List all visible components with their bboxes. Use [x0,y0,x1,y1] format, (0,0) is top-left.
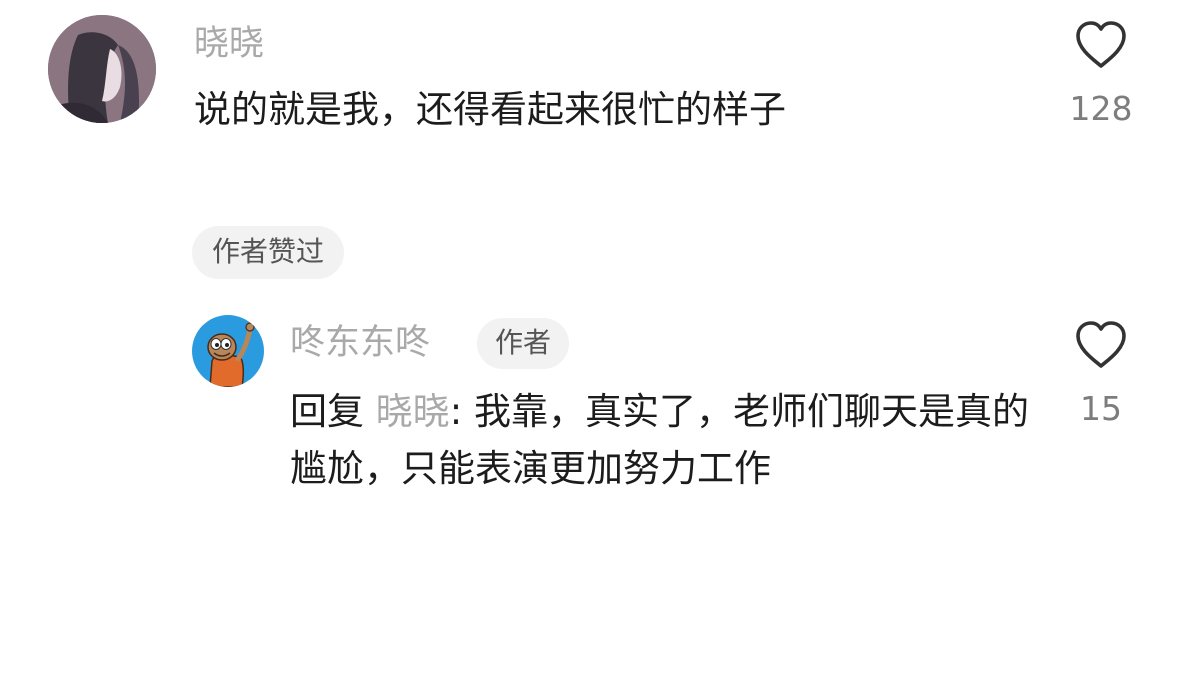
reply-text[interactable]: 回复 晓晓: 我靠，真实了，老师们聊天是真的尴尬，只能表演更加努力工作 [290,383,1030,498]
heart-outline-icon [1076,21,1126,68]
main-comment-username[interactable]: 晓晓 [194,27,264,62]
author-badge: 作者 [477,318,570,369]
heart-outline-icon [1076,321,1126,368]
main-comment-like-button[interactable]: 128 [1051,20,1151,125]
reply-like-count: 15 [1080,389,1122,428]
reply-target-username[interactable]: 晓晓 [376,390,450,433]
main-comment-avatar[interactable] [48,15,156,123]
main-comment-text[interactable]: 说的就是我，还得看起来很忙的样子 [194,81,786,138]
reply-like-button[interactable]: 15 [1051,320,1151,425]
reply-avatar[interactable] [192,315,264,387]
user-avatar-icon [192,315,264,387]
main-comment-like-count: 128 [1069,89,1133,128]
reply-prefix: 回复 [290,390,364,433]
reply-username[interactable]: 咚东东咚 [290,326,430,361]
user-avatar-icon [48,15,156,123]
author-liked-badge: 作者赞过 [192,226,345,279]
